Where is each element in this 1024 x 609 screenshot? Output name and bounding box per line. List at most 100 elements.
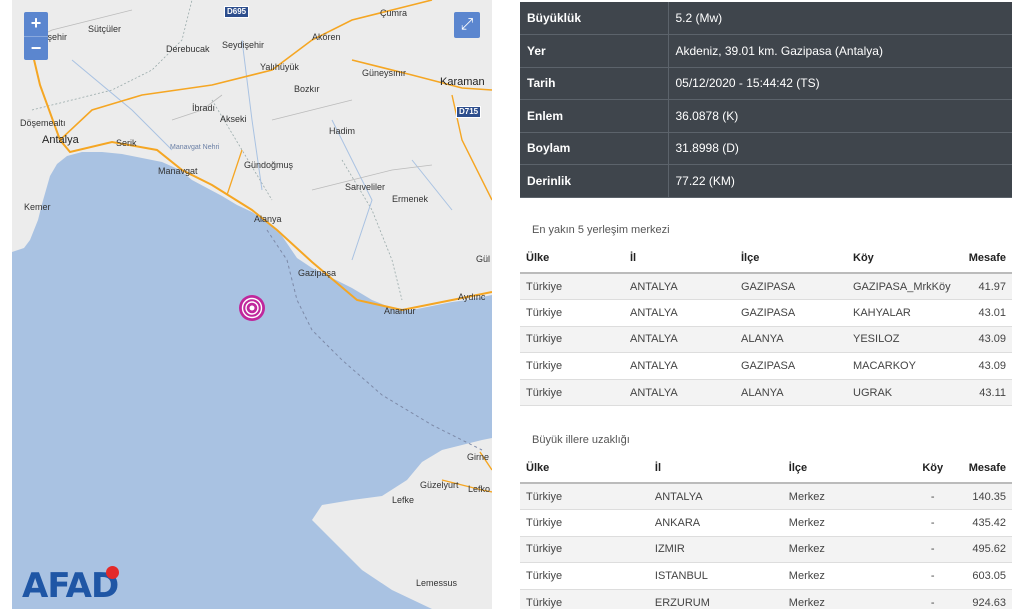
zoom-in-button[interactable]: + (24, 12, 48, 36)
table-cell: ERZURUM (648, 589, 783, 609)
place-label: Gül (476, 254, 491, 264)
table-cell: Merkez (782, 536, 903, 564)
table-cell: Türkiye (520, 379, 624, 407)
place-label: Lefko (468, 484, 491, 494)
table-cell: 43.01 (960, 299, 1012, 327)
place-label: Yalıhüyük (260, 62, 299, 72)
detail-label: Enlem (520, 99, 669, 132)
place-label: Seydişehir (222, 40, 265, 50)
place-label: Anamur (384, 306, 416, 316)
table-cell: KAHYALAR (847, 299, 960, 327)
column-header[interactable]: Köy (847, 243, 960, 274)
table-cell: Türkiye (520, 509, 649, 537)
zoom-control: + − (24, 12, 48, 60)
table-row: Türkiye ERZURUM Merkez -924.63 (520, 589, 1012, 609)
table-cell: - (902, 483, 963, 511)
table-cell: 43.09 (960, 352, 1012, 380)
table-cell: Türkiye (520, 352, 624, 380)
detail-row: Enlem 36.0878 (K) (520, 99, 1012, 132)
table-row: Türkiye ANTALYA GAZIPASA MACARKOY 43.09 (520, 352, 1012, 380)
place-label: Kemer (24, 202, 51, 212)
detail-value: 05/12/2020 - 15:44:42 (TS) (675, 76, 820, 91)
table-cell: - (902, 536, 963, 564)
fullscreen-icon[interactable]: ⤢ (454, 12, 480, 38)
table-cell: ANKARA (648, 509, 783, 537)
detail-value: 5.2 (Mw) (675, 11, 723, 25)
table-row: Türkiye ANTALYA GAZIPASA KAHYALAR 43.01 (520, 299, 1012, 327)
river-label: Manavgat Nehri (170, 144, 220, 151)
afad-logo: AFAD (22, 566, 119, 606)
place-label: Alanya (254, 214, 282, 224)
place-label: Akseki (220, 114, 247, 124)
table-cell: Merkez (782, 589, 903, 609)
detail-label: Boylam (520, 132, 669, 165)
place-label: Güneysınır (362, 68, 407, 78)
column-header[interactable]: Köy (902, 453, 963, 484)
place-label: Lefke (392, 495, 415, 505)
column-header[interactable]: Mesafe (962, 453, 1012, 484)
nearest-section-title: En yakın 5 yerleşim merkezi (532, 224, 670, 236)
table-cell: GAZIPASA_MrkKöy (847, 273, 960, 301)
place-label: Çumra (380, 8, 408, 18)
table-cell: 495.62 (962, 536, 1012, 564)
place-label: Derebucak (166, 44, 210, 54)
detail-label: Derinlik (520, 164, 669, 197)
cities-section-title: Büyük illere uzaklığı (532, 434, 630, 446)
table-cell: GAZIPASA (735, 273, 847, 301)
road-shield-d695: D695 (224, 6, 250, 18)
table-cell: 140.35 (962, 483, 1012, 511)
table-cell: ALANYA (735, 379, 847, 407)
table-row: Türkiye ANTALYA ALANYA YESILOZ 43.09 (520, 326, 1012, 354)
column-header[interactable]: Ülke (520, 243, 624, 274)
place-label: Serik (116, 138, 137, 148)
column-header[interactable]: İlçe (782, 453, 903, 484)
place-label: Girne (467, 452, 490, 462)
table-cell: GAZIPASA (735, 299, 847, 327)
table-cell: ANTALYA (624, 273, 735, 301)
table-cell: - (902, 589, 963, 609)
table-cell: IZMIR (648, 536, 783, 564)
table-cell: Türkiye (520, 273, 624, 301)
detail-value: 31.8998 (D) (675, 141, 739, 156)
table-cell: - (902, 562, 963, 590)
table-cell: 603.05 (962, 562, 1012, 590)
place-label: Manavgat (158, 166, 198, 176)
table-cell: Türkiye (520, 536, 649, 564)
place-label: Gazipaşa (298, 268, 337, 278)
earthquake-map[interactable]: D695 D715 Çumra Beyşehir Sütçüler Derebu… (12, 0, 492, 609)
table-cell: YESILOZ (847, 326, 960, 354)
table-cell: Türkiye (520, 562, 649, 590)
detail-label: Yer (520, 34, 669, 67)
column-header[interactable]: İl (624, 243, 735, 274)
place-label: Akören (312, 32, 341, 42)
table-cell: Türkiye (520, 483, 649, 511)
table-cell: Türkiye (520, 589, 649, 609)
detail-value: 36.0878 (K) (675, 108, 739, 123)
table-row: Türkiye ANTALYA GAZIPASA GAZIPASA_MrkKöy 41.… (520, 273, 1012, 301)
table-cell: Merkez (782, 483, 903, 511)
place-label: Gündoğmuş (244, 160, 294, 170)
column-header[interactable]: İlçe (735, 243, 847, 274)
column-header[interactable]: İl (648, 453, 783, 484)
earthquake-details-table: Büyüklük 5.2 (Mw) Yer Akdeniz, 39.01 km. Ga… (520, 2, 1012, 198)
nearest-settlements-table: Ülke İl İlçe Köy Mesafe Türkiye ANTALYA GAZIPA… (520, 243, 1012, 407)
place-label: İbradı (192, 103, 216, 113)
detail-row: Boylam 31.8998 (D) (520, 132, 1012, 165)
table-cell: ALANYA (735, 326, 847, 354)
detail-label: Tarih (520, 67, 669, 100)
place-label: Bozkır (294, 84, 320, 94)
place-label-city: Antalya (42, 134, 79, 146)
table-cell: GAZIPASA (735, 352, 847, 380)
table-cell: MACARKOY (847, 352, 960, 380)
table-cell: 43.09 (960, 326, 1012, 354)
table-row: Türkiye ANTALYA Merkez -140.35 (520, 483, 1012, 511)
column-header[interactable]: Ülke (520, 453, 649, 484)
table-cell: ISTANBUL (648, 562, 783, 590)
table-row: Türkiye IZMIR Merkez -495.62 (520, 536, 1012, 564)
epicenter-marker-icon[interactable] (238, 294, 266, 322)
place-label: Güzelyurt (420, 480, 459, 490)
detail-label: Büyüklük (520, 2, 669, 35)
detail-row: Derinlik 77.22 (KM) (520, 164, 1012, 197)
column-header[interactable]: Mesafe (960, 243, 1012, 274)
zoom-out-button[interactable]: − (24, 36, 48, 60)
